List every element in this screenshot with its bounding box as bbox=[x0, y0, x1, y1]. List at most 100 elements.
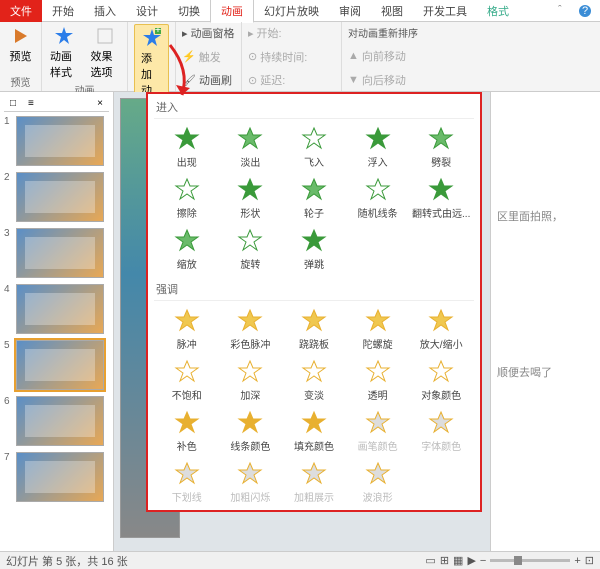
star-icon bbox=[301, 461, 327, 487]
gallery-item[interactable]: 擦除 bbox=[156, 174, 218, 223]
animation-pane-button[interactable]: ▸动画窗格 bbox=[182, 24, 235, 42]
gallery-item[interactable]: 飞入 bbox=[283, 123, 345, 172]
star-icon bbox=[174, 461, 200, 487]
task-pane: 区里面拍照， 顺便去喝了 bbox=[490, 92, 600, 551]
star-icon bbox=[237, 126, 263, 152]
star-icon bbox=[301, 228, 327, 254]
gallery-item[interactable]: 放大/缩小 bbox=[410, 305, 472, 354]
gallery-item[interactable]: 不饱和 bbox=[156, 356, 218, 405]
gallery-item[interactable]: 对象颜色 bbox=[410, 356, 472, 405]
preview-label: 预览 bbox=[10, 48, 32, 64]
tab-bar: 文件 开始 插入 设计 切换 动画 幻灯片放映 审阅 视图 开发工具 格式 ˆ … bbox=[0, 0, 600, 22]
slide-counter: 幻灯片 第 5 张，共 16 张 bbox=[6, 553, 128, 569]
slide-thumbnail[interactable]: 6 bbox=[4, 396, 109, 446]
reorder-label: 对动画重新排序 bbox=[348, 24, 436, 41]
gallery-item[interactable]: 填充颜色 bbox=[283, 407, 345, 456]
gallery-item[interactable]: 补色 bbox=[156, 407, 218, 456]
view-sorter-icon[interactable]: ⊞ bbox=[440, 554, 449, 567]
tab-file[interactable]: 文件 bbox=[0, 0, 42, 22]
gallery-item[interactable]: 彩色脉冲 bbox=[220, 305, 282, 354]
gallery-item[interactable]: 随机线条 bbox=[347, 174, 409, 223]
tab-design[interactable]: 设计 bbox=[126, 0, 168, 22]
tab-format[interactable]: 格式 bbox=[477, 0, 519, 22]
star-icon bbox=[237, 308, 263, 334]
tab-slideshow[interactable]: 幻灯片放映 bbox=[254, 0, 329, 22]
gallery-item[interactable]: 跷跷板 bbox=[283, 305, 345, 354]
slide-panel: □ ≡ × 1 2 3 4 5 6 7 bbox=[0, 92, 114, 551]
star-icon bbox=[365, 410, 391, 436]
gallery-item[interactable]: 脉冲 bbox=[156, 305, 218, 354]
slide-thumbnail[interactable]: 2 bbox=[4, 172, 109, 222]
star-icon bbox=[301, 359, 327, 385]
effect-options-label: 效果选项 bbox=[91, 48, 120, 80]
gallery-item[interactable]: 加深 bbox=[220, 356, 282, 405]
anim-style-label: 动画样式 bbox=[50, 48, 79, 80]
start-field[interactable]: ▸开始: bbox=[248, 24, 335, 42]
animation-painter-button[interactable]: 🖌动画刷 bbox=[182, 71, 235, 89]
fit-window-icon[interactable]: ⊡ bbox=[585, 554, 594, 567]
gallery-item[interactable]: 形状 bbox=[220, 174, 282, 223]
slides-tab-thumbnails[interactable]: □ bbox=[4, 96, 22, 111]
animation-styles-button[interactable]: 动画样式 bbox=[48, 24, 81, 82]
delay-field[interactable]: ⊙延迟: bbox=[248, 71, 335, 89]
slide-thumbnail[interactable]: 7 bbox=[4, 452, 109, 502]
star-icon bbox=[237, 410, 263, 436]
gallery-item[interactable]: 加粗闪烁 bbox=[220, 458, 282, 507]
gallery-item[interactable]: 淡出 bbox=[220, 123, 282, 172]
view-reading-icon[interactable]: ▦ bbox=[453, 554, 463, 567]
gallery-item[interactable]: 画笔颜色 bbox=[347, 407, 409, 456]
gallery-item[interactable]: 翻转式由远... bbox=[410, 174, 472, 223]
gallery-item[interactable]: 线条颜色 bbox=[220, 407, 282, 456]
slide-thumbnail[interactable]: 1 bbox=[4, 116, 109, 166]
slide-thumbnail[interactable]: 4 bbox=[4, 284, 109, 334]
minimize-ribbon-icon[interactable]: ˆ bbox=[558, 4, 572, 18]
tab-insert[interactable]: 插入 bbox=[84, 0, 126, 22]
tab-home[interactable]: 开始 bbox=[42, 0, 84, 22]
section-emphasis: 强调 bbox=[154, 278, 474, 301]
help-icon[interactable]: ? bbox=[578, 4, 592, 18]
move-forward-button[interactable]: ▲向前移动 bbox=[348, 47, 436, 65]
view-slideshow-icon[interactable]: ▶ bbox=[467, 554, 475, 567]
gallery-item[interactable]: 旋转 bbox=[220, 225, 282, 274]
section-exit: 退出 bbox=[154, 511, 474, 512]
star-icon bbox=[365, 126, 391, 152]
gallery-item[interactable]: 透明 bbox=[347, 356, 409, 405]
zoom-out-icon[interactable]: − bbox=[480, 555, 486, 567]
view-normal-icon[interactable]: ▭ bbox=[425, 554, 435, 567]
zoom-slider[interactable] bbox=[490, 559, 570, 562]
trigger-button[interactable]: ⚡触发 bbox=[182, 48, 235, 66]
tab-animations[interactable]: 动画 bbox=[210, 0, 254, 23]
gallery-item[interactable]: 变淡 bbox=[283, 356, 345, 405]
slides-tab-outline[interactable]: ≡ bbox=[22, 96, 40, 111]
gallery-item[interactable]: 加粗展示 bbox=[283, 458, 345, 507]
tab-transitions[interactable]: 切换 bbox=[168, 0, 210, 22]
gallery-item[interactable]: 下划线 bbox=[156, 458, 218, 507]
star-icon bbox=[301, 308, 327, 334]
zoom-in-icon[interactable]: + bbox=[574, 555, 580, 567]
slide-thumbnail[interactable]: 3 bbox=[4, 228, 109, 278]
star-icon bbox=[174, 308, 200, 334]
gallery-item[interactable]: 波浪形 bbox=[347, 458, 409, 507]
svg-text:?: ? bbox=[582, 5, 588, 17]
star-icon bbox=[428, 359, 454, 385]
duration-field[interactable]: ⊙持续时间: bbox=[248, 48, 335, 66]
gallery-item[interactable]: 弹跳 bbox=[283, 225, 345, 274]
star-icon bbox=[365, 359, 391, 385]
effect-options-button[interactable]: 效果选项 bbox=[89, 24, 122, 82]
gallery-item[interactable]: 轮子 bbox=[283, 174, 345, 223]
close-panel-icon[interactable]: × bbox=[91, 96, 109, 111]
tab-review[interactable]: 审阅 bbox=[329, 0, 371, 22]
move-backward-button[interactable]: ▼向后移动 bbox=[348, 71, 436, 89]
gallery-item[interactable]: 出现 bbox=[156, 123, 218, 172]
tab-developer[interactable]: 开发工具 bbox=[413, 0, 477, 22]
gallery-item[interactable]: 字体颜色 bbox=[410, 407, 472, 456]
tab-view[interactable]: 视图 bbox=[371, 0, 413, 22]
gallery-item[interactable]: 浮入 bbox=[347, 123, 409, 172]
gallery-item[interactable]: 劈裂 bbox=[410, 123, 472, 172]
slide-thumbnail[interactable]: 5 bbox=[4, 340, 109, 390]
preview-button[interactable]: 预览 bbox=[6, 24, 35, 66]
section-entrance: 进入 bbox=[154, 96, 474, 119]
star-icon bbox=[237, 228, 263, 254]
gallery-item[interactable]: 缩放 bbox=[156, 225, 218, 274]
gallery-item[interactable]: 陀螺旋 bbox=[347, 305, 409, 354]
